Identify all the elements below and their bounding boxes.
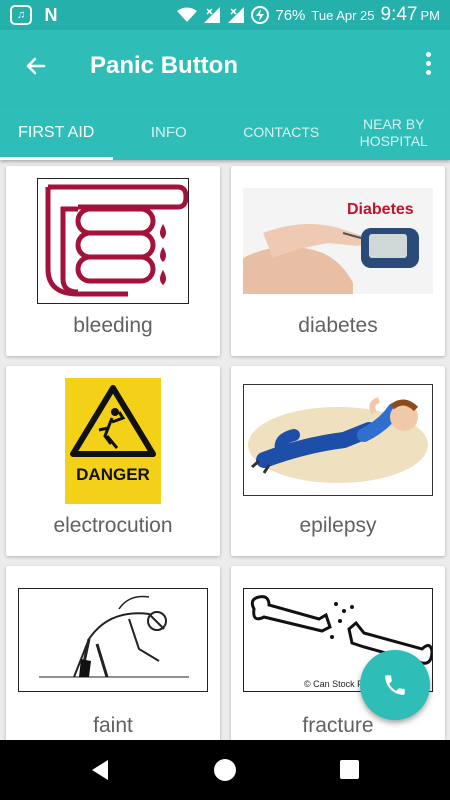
tab-label: CONTACTS: [243, 124, 320, 140]
tab-label: FIRST AID: [18, 124, 95, 141]
battery-charging-icon: [251, 6, 270, 24]
back-button[interactable]: [20, 50, 52, 82]
status-time: 9:47: [380, 4, 418, 25]
card-label: fracture: [302, 714, 374, 737]
card-diabetes[interactable]: Diabetes diabetes: [231, 166, 445, 356]
status-ampm: PM: [420, 7, 441, 23]
card-label: faint: [93, 714, 133, 737]
danger-sign-text: DANGER: [76, 465, 150, 484]
faint-image: [18, 588, 208, 692]
card-label: bleeding: [73, 314, 153, 337]
card-epilepsy[interactable]: epilepsy: [231, 366, 445, 556]
tab-contacts[interactable]: CONTACTS: [225, 105, 338, 160]
tab-near-by-hospital[interactable]: NEAR BY HOSPITAL: [338, 105, 450, 160]
signal-icon: [228, 7, 245, 23]
tab-first-aid[interactable]: FIRST AID: [0, 105, 113, 160]
epilepsy-image: [243, 384, 433, 496]
fracture-image-text: © Can Stock Ph: [304, 679, 368, 689]
page-title: Panic Button: [90, 52, 238, 79]
nav-recents-icon[interactable]: [340, 760, 359, 779]
electrocution-image: DANGER: [65, 378, 161, 504]
n-app-icon: N: [44, 4, 58, 25]
saavn-icon: ♫: [10, 5, 32, 25]
battery-percent: 76%: [275, 6, 306, 24]
signal-icon: [204, 7, 221, 23]
status-date: Tue Apr 25: [311, 7, 375, 23]
app-bar: Panic Button: [0, 30, 450, 105]
call-fab-button[interactable]: [360, 650, 430, 720]
diabetes-image-text: Diabetes: [347, 201, 414, 218]
tab-info[interactable]: INFO: [113, 105, 226, 160]
nav-home-icon[interactable]: [214, 759, 236, 781]
bleeding-image: [37, 178, 189, 304]
wifi-icon: [177, 7, 198, 22]
tab-bar: FIRST AID INFO CONTACTS NEAR BY HOSPITAL: [0, 105, 450, 160]
nav-back-icon[interactable]: [90, 759, 110, 781]
phone-icon: [385, 675, 405, 695]
tab-label: INFO: [150, 124, 187, 141]
more-vert-icon[interactable]: [424, 52, 432, 82]
tab-label: NEAR BY HOSPITAL: [359, 115, 428, 149]
card-bleeding[interactable]: bleeding: [6, 166, 220, 356]
arrow-left-icon: [26, 57, 46, 75]
card-electrocution[interactable]: DANGER electrocution: [6, 366, 220, 556]
card-label: epilepsy: [299, 514, 377, 537]
card-label: electrocution: [53, 514, 173, 537]
system-nav-bar: [0, 740, 450, 800]
status-bar: ♫ N 76% Tue Apr 25 9:47 PM: [0, 0, 450, 30]
card-faint[interactable]: faint: [6, 566, 220, 740]
diabetes-image: Diabetes: [243, 188, 433, 294]
card-label: diabetes: [298, 314, 378, 337]
